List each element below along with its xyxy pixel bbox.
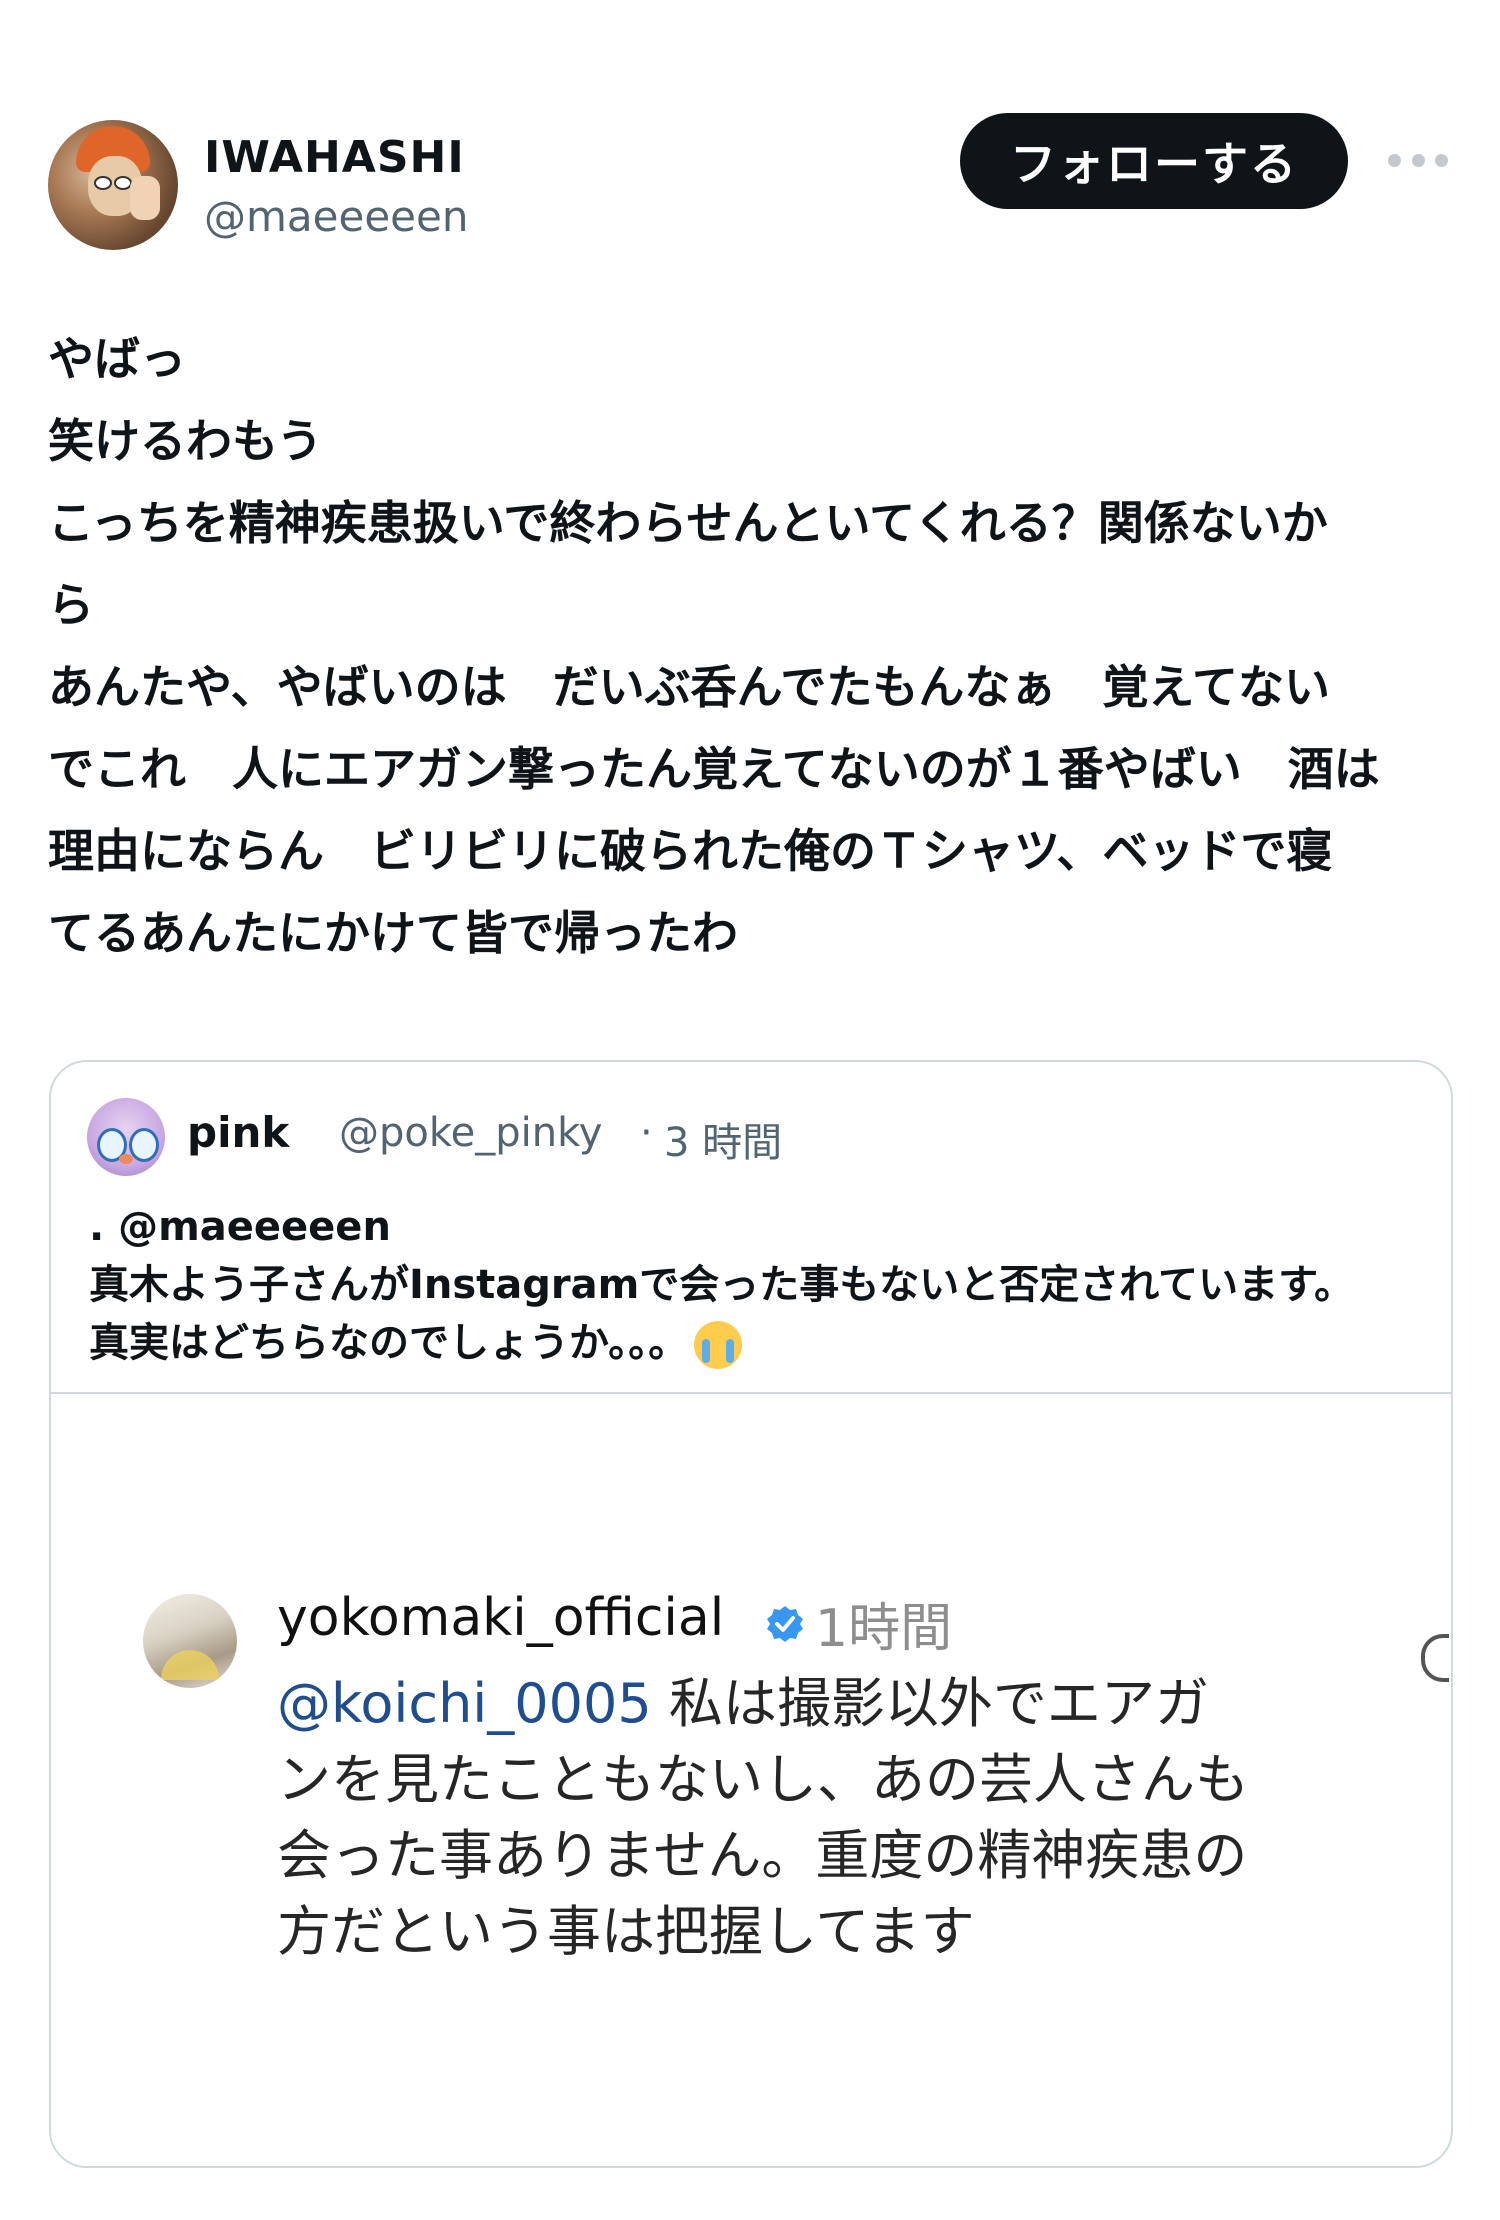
quoted-text-line: 真木よう子さんがInstagramで会った事もないと否定されています。 (89, 1262, 1355, 1308)
post-text-line: あんたや、やばいのは だいぶ呑んでたもんなぁ 覚えてない (48, 660, 1331, 714)
quoted-text-line: 真実はどちらなのでしょうか。。。 (89, 1314, 1419, 1372)
post-text-line: こっちを精神疾患扱いで終わらせんといてくれる？関係ないか (48, 496, 1328, 550)
quoted-post-header: pink @poke_pinky · 3 時間 (87, 1098, 1387, 1176)
commenter-avatar (143, 1594, 237, 1688)
comment-line: ンを見たこともないし、あの芸人さんも (277, 1748, 1249, 1811)
quoted-author-name[interactable]: pink (187, 1108, 289, 1157)
comment-time: 1時間 (815, 1599, 953, 1659)
post-text-line: てるあんたにかけて皆で帰ったわ (48, 906, 738, 960)
ellipsis-icon[interactable] (1388, 148, 1448, 172)
crying-face-icon (694, 1321, 743, 1369)
commenter-username: yokomaki_official (277, 1588, 725, 1648)
post-text-line: やばっ (48, 332, 186, 386)
quoted-post-card[interactable]: pink @poke_pinky · 3 時間 . @maeeeeen 真木よう… (49, 1060, 1453, 2168)
follow-button[interactable]: フォローする (960, 113, 1348, 209)
author-handle[interactable]: @maeeeeen (204, 192, 468, 241)
comment-mention: @koichi_0005 (277, 1672, 652, 1735)
instagram-comment-screenshot: yokomaki_official 1時間 @koichi_0005 私は撮影以… (51, 1394, 1451, 2166)
comment-line: 会った事ありません。重度の精神疾患の (277, 1824, 1248, 1887)
comment-line: @koichi_0005 私は撮影以外でエアガ (277, 1666, 1337, 1742)
post-text-line: でこれ 人にエアガン撃ったん覚えてないのが１番やばい 酒は (48, 742, 1380, 796)
quoted-post-text: . @maeeeeen 真木よう子さんがInstagramで会った事もないと否定… (89, 1198, 1419, 1372)
quoted-text-line-content: 真実はどちらなのでしょうか。。。 (89, 1320, 689, 1366)
post-header: IWAHASHI @maeeeeen フォローする (0, 0, 1500, 280)
post-text-line: 笑けるわもう (48, 414, 323, 468)
quoted-post-time[interactable]: 3 時間 (664, 1110, 782, 1168)
post-text-line: ら (48, 578, 94, 632)
separator-dot: · (640, 1110, 653, 1156)
comment-text: @koichi_0005 私は撮影以外でエアガ ンを見たこともないし、あの芸人さ… (277, 1666, 1337, 1970)
author-avatar[interactable] (48, 120, 178, 250)
post-text-line: 理由にならん ビリビリに破られた俺のＴシャツ、ベッドで寝 (48, 824, 1333, 878)
comment-line: 方だという事は把握してます (277, 1900, 975, 1963)
quoted-text-line: . @maeeeeen (89, 1204, 391, 1250)
cropped-icon (1421, 1634, 1449, 1682)
author-display-name[interactable]: IWAHASHI (204, 132, 465, 183)
quoted-author-avatar[interactable] (87, 1098, 165, 1176)
post-text: やばっ 笑けるわもう こっちを精神疾患扱いで終わらせんといてくれる？関係ないか … (48, 318, 1458, 974)
quoted-author-handle[interactable]: @poke_pinky (339, 1110, 602, 1156)
comment-line-content: 私は撮影以外でエアガ (651, 1672, 1209, 1735)
verified-badge-icon (767, 1606, 803, 1642)
